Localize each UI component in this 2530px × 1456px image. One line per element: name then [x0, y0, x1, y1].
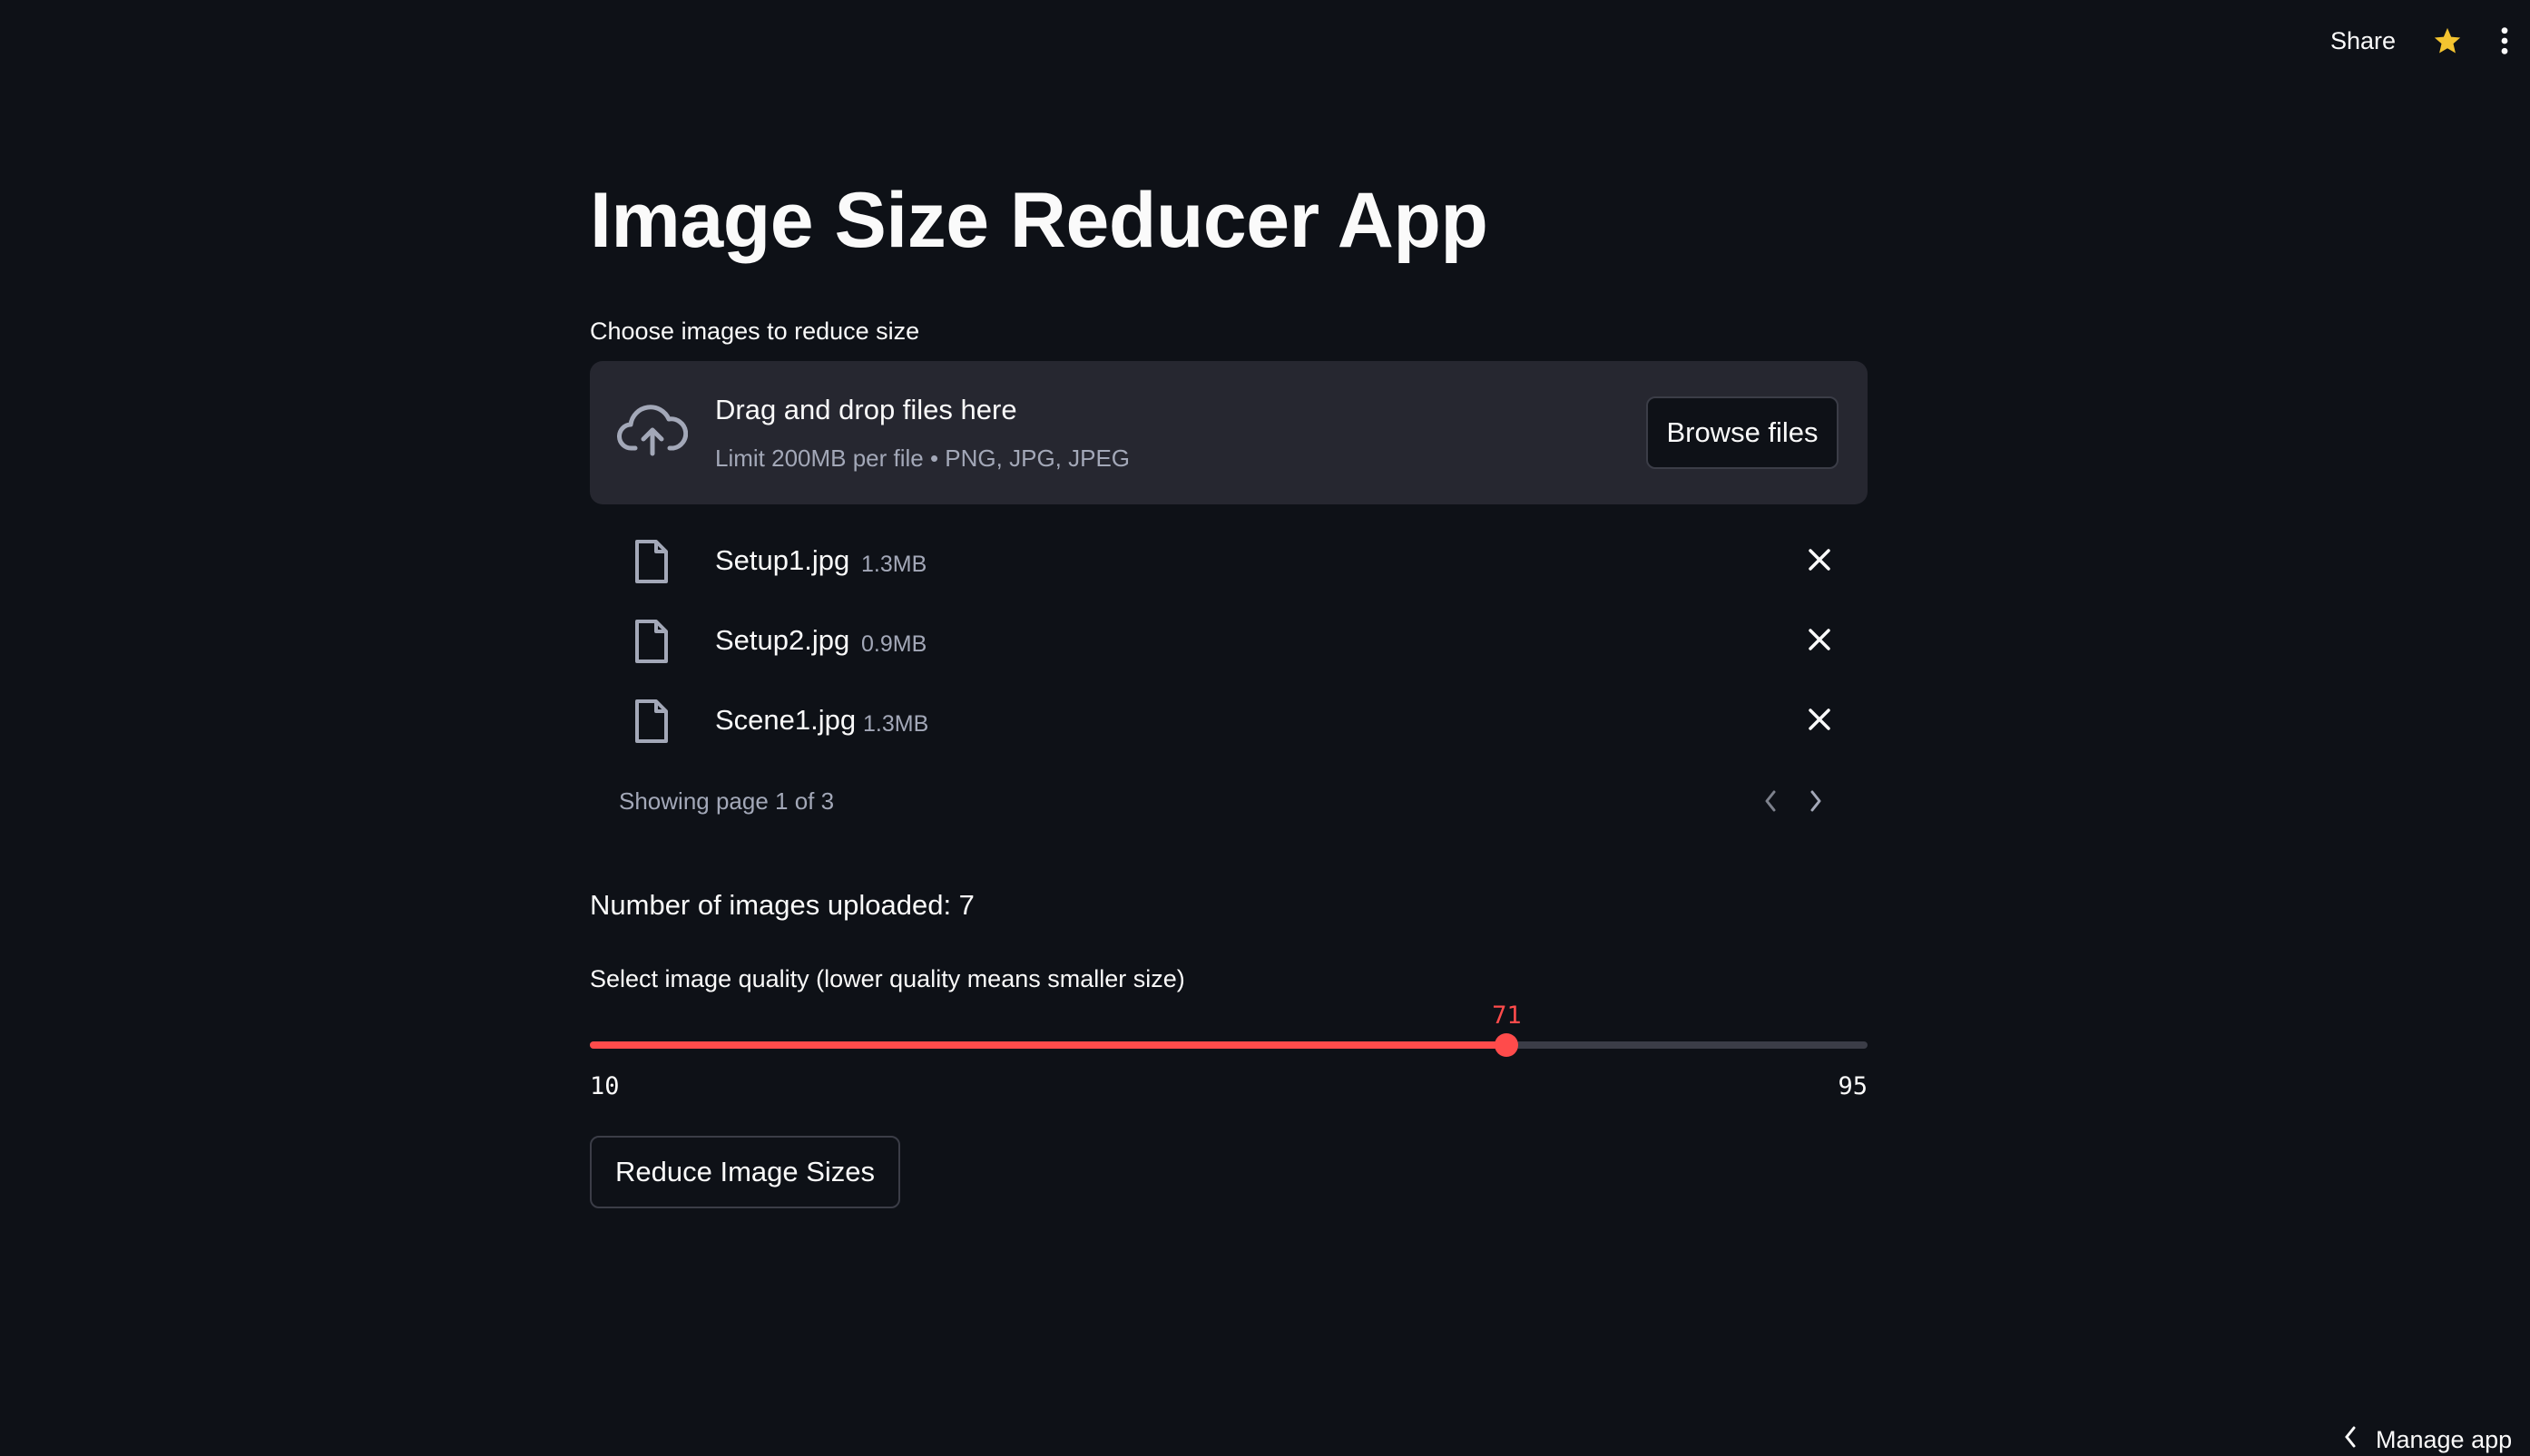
manage-app-button[interactable]: Manage app	[2341, 1424, 2512, 1456]
share-button[interactable]: Share	[2330, 27, 2396, 55]
file-dropzone[interactable]: Drag and drop files here Limit 200MB per…	[590, 361, 1868, 504]
file-icon	[632, 699, 672, 748]
file-icon	[632, 539, 672, 589]
slider-fill	[590, 1041, 1507, 1049]
file-list-item: Scene1.jpg 1.3MB	[590, 688, 1868, 753]
top-toolbar: Share	[2330, 0, 2530, 82]
file-size: 1.3MB	[861, 552, 927, 577]
chevron-right-icon[interactable]	[1806, 787, 1826, 819]
slider-min-label: 10	[590, 1072, 620, 1100]
dropzone-subtitle: Limit 200MB per file • PNG, JPG, JPEG	[715, 445, 1131, 472]
uploader-label: Choose images to reduce size	[590, 318, 920, 345]
slider-max-label: 95	[1838, 1072, 1868, 1100]
browse-files-button[interactable]: Browse files	[1646, 396, 1839, 469]
close-icon[interactable]	[1806, 626, 1833, 658]
file-size: 0.9MB	[861, 631, 927, 657]
pagination-status: Showing page 1 of 3	[619, 787, 835, 815]
slider-thumb[interactable]	[1495, 1033, 1519, 1057]
file-size: 1.3MB	[863, 711, 929, 737]
close-icon[interactable]	[1806, 706, 1833, 738]
file-name: Scene1.jpg	[715, 704, 857, 736]
quality-slider-label: Select image quality (lower quality mean…	[590, 965, 1185, 992]
file-name: Setup1.jpg	[715, 544, 850, 576]
more-vertical-icon[interactable]	[2499, 25, 2510, 56]
slider-current-value: 71	[1492, 1002, 1522, 1030]
file-icon	[632, 619, 672, 669]
cloud-upload-icon	[617, 401, 689, 465]
file-name: Setup2.jpg	[715, 624, 850, 656]
close-icon[interactable]	[1806, 546, 1833, 578]
star-icon[interactable]	[2432, 25, 2463, 56]
page-title: Image Size Reducer App	[590, 177, 1488, 264]
chevron-left-icon[interactable]	[1760, 787, 1780, 819]
file-list-item: Setup2.jpg 0.9MB	[590, 608, 1868, 673]
manage-app-label: Manage app	[2376, 1426, 2513, 1453]
upload-count: Number of images uploaded: 7	[590, 889, 975, 921]
chevron-left-icon	[2341, 1424, 2359, 1456]
reduce-image-sizes-button[interactable]: Reduce Image Sizes	[590, 1136, 901, 1208]
file-list-item: Setup1.jpg 1.3MB	[590, 528, 1868, 593]
quality-slider-track[interactable]	[590, 1033, 1868, 1057]
dropzone-title: Drag and drop files here	[715, 394, 1017, 425]
